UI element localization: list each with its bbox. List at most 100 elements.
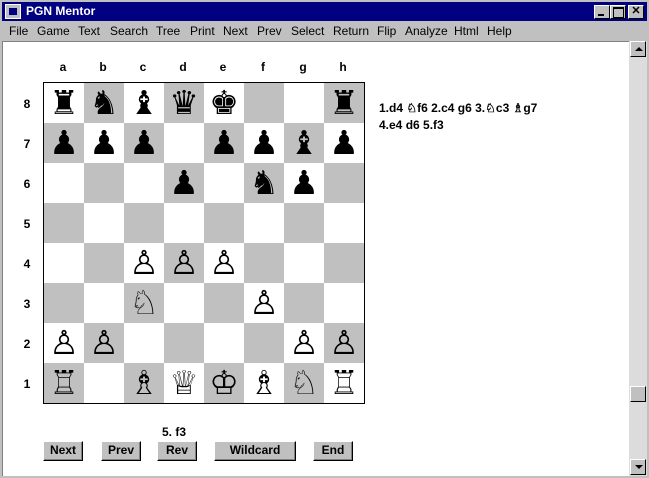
square-a2[interactable]: ♙ [44,323,84,363]
square-e3[interactable] [204,283,244,323]
piece-f1[interactable]: ♗ [244,363,284,403]
piece-e1[interactable]: ♔ [204,363,244,403]
piece-c1[interactable]: ♗ [124,363,164,403]
square-a7[interactable]: ♟ [44,123,84,163]
square-g5[interactable] [284,203,324,243]
square-b6[interactable] [84,163,124,203]
scroll-up-arrow-icon[interactable] [630,41,646,57]
square-c7[interactable]: ♟ [124,123,164,163]
piece-h8[interactable]: ♜ [324,83,364,123]
menu-html[interactable]: Html [454,24,479,38]
menu-select[interactable]: Select [291,24,324,38]
square-h8[interactable]: ♜ [324,83,364,123]
piece-c4[interactable]: ♙ [124,243,164,283]
square-e1[interactable]: ♔ [204,363,244,403]
menu-next[interactable]: Next [223,24,248,38]
square-h4[interactable] [324,243,364,283]
piece-c3[interactable]: ♘ [124,283,164,323]
square-h6[interactable] [324,163,364,203]
square-h3[interactable] [324,283,364,323]
piece-a2[interactable]: ♙ [44,323,84,363]
square-b2[interactable]: ♙ [84,323,124,363]
piece-g6[interactable]: ♟ [284,163,324,203]
square-c6[interactable] [124,163,164,203]
square-a5[interactable] [44,203,84,243]
piece-d6[interactable]: ♟ [164,163,204,203]
scroll-down-arrow-icon[interactable] [630,459,646,475]
piece-g2[interactable]: ♙ [284,323,324,363]
piece-e4[interactable]: ♙ [204,243,244,283]
square-g2[interactable]: ♙ [284,323,324,363]
square-d2[interactable] [164,323,204,363]
square-a1[interactable]: ♖ [44,363,84,403]
piece-a1[interactable]: ♖ [44,363,84,403]
square-a6[interactable] [44,163,84,203]
square-f1[interactable]: ♗ [244,363,284,403]
piece-b8[interactable]: ♞ [84,83,124,123]
square-f7[interactable]: ♟ [244,123,284,163]
piece-f7[interactable]: ♟ [244,123,284,163]
square-e6[interactable] [204,163,244,203]
menu-file[interactable]: File [9,24,28,38]
square-f2[interactable] [244,323,284,363]
square-h5[interactable] [324,203,364,243]
square-d7[interactable] [164,123,204,163]
square-a4[interactable] [44,243,84,283]
square-b5[interactable] [84,203,124,243]
piece-a8[interactable]: ♜ [44,83,84,123]
next-button[interactable]: Next [43,441,83,461]
menu-flip[interactable]: Flip [377,24,396,38]
square-g8[interactable] [284,83,324,123]
title-bar[interactable]: PGN Mentor ✕ [2,2,647,21]
menu-prev[interactable]: Prev [257,24,282,38]
square-g3[interactable] [284,283,324,323]
square-f4[interactable] [244,243,284,283]
square-e2[interactable] [204,323,244,363]
piece-d8[interactable]: ♛ [164,83,204,123]
square-d4[interactable]: ♙ [164,243,204,283]
square-c3[interactable]: ♘ [124,283,164,323]
square-c1[interactable]: ♗ [124,363,164,403]
menu-print[interactable]: Print [190,24,215,38]
square-c2[interactable] [124,323,164,363]
square-g7[interactable]: ♝ [284,123,324,163]
piece-h2[interactable]: ♙ [324,323,364,363]
square-g1[interactable]: ♘ [284,363,324,403]
piece-e8[interactable]: ♚ [204,83,244,123]
menu-help[interactable]: Help [487,24,512,38]
square-e5[interactable] [204,203,244,243]
square-e4[interactable]: ♙ [204,243,244,283]
square-e8[interactable]: ♚ [204,83,244,123]
piece-g1[interactable]: ♘ [284,363,324,403]
square-f3[interactable]: ♙ [244,283,284,323]
end-button[interactable]: End [313,441,353,461]
menu-game[interactable]: Game [37,24,70,38]
square-b8[interactable]: ♞ [84,83,124,123]
piece-d4[interactable]: ♙ [164,243,204,283]
piece-g7[interactable]: ♝ [284,123,324,163]
move-line-1[interactable]: 1.d4 ♘f6 2.c4 g6 3.♘c3 ♗g7 [379,100,599,117]
square-b7[interactable]: ♟ [84,123,124,163]
prev-button[interactable]: Prev [101,441,141,461]
square-d5[interactable] [164,203,204,243]
wildcard-button[interactable]: Wildcard [214,441,296,461]
piece-f6[interactable]: ♞ [244,163,284,203]
square-c4[interactable]: ♙ [124,243,164,283]
menu-return[interactable]: Return [333,24,369,38]
maximize-button[interactable] [610,5,626,19]
vertical-scrollbar[interactable] [629,41,647,476]
rev-button[interactable]: Rev [157,441,197,461]
piece-c7[interactable]: ♟ [124,123,164,163]
piece-f3[interactable]: ♙ [244,283,284,323]
square-b4[interactable] [84,243,124,283]
menu-text[interactable]: Text [78,24,100,38]
move-line-2[interactable]: 4.e4 d6 5.f3 [379,117,599,134]
square-b3[interactable] [84,283,124,323]
square-h1[interactable]: ♖ [324,363,364,403]
square-c8[interactable]: ♝ [124,83,164,123]
scroll-thumb[interactable] [630,386,646,402]
piece-b7[interactable]: ♟ [84,123,124,163]
square-f8[interactable] [244,83,284,123]
piece-h7[interactable]: ♟ [324,123,364,163]
piece-e7[interactable]: ♟ [204,123,244,163]
